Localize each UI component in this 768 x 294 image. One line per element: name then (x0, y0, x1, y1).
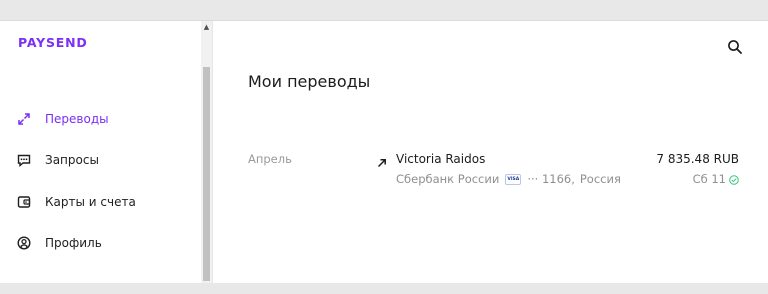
scroll-up-arrow-icon[interactable]: ▲ (201, 21, 212, 33)
sidebar-scrollbar[interactable]: ▲ (201, 21, 212, 283)
card-mask: ··· 1166, (527, 172, 575, 186)
sidebar-item-requests[interactable]: Запросы (16, 148, 196, 172)
search-icon[interactable] (727, 39, 743, 55)
chat-bubble-icon (16, 152, 32, 168)
bank-name: Сбербанк России (396, 172, 500, 186)
transaction-details: Сбербанк России VISA ··· 1166, Россия (396, 172, 621, 186)
profile-icon (16, 235, 32, 251)
sidebar-item-label: Карты и счета (45, 195, 136, 209)
date-label: Сб 11 (692, 172, 726, 186)
page-title: Мои переводы (248, 72, 371, 91)
wallet-icon (16, 194, 32, 210)
sidebar-item-label: Профиль (45, 236, 102, 250)
sidebar-item-label: Переводы (45, 112, 109, 126)
transfer-arrows-icon (16, 111, 32, 127)
arrow-up-right-icon (376, 154, 388, 168)
scrollbar-thumb[interactable] (203, 67, 210, 281)
sidebar: PAYSEND Переводы Запросы Карты и счета П… (0, 21, 213, 283)
check-circle-icon (729, 174, 739, 185)
main-content: Мои переводы Апрель Victoria Raidos Сбер… (213, 21, 768, 283)
paysend-logo[interactable]: PAYSEND (18, 35, 88, 50)
sidebar-item-profile[interactable]: Профиль (16, 231, 196, 255)
transaction-row[interactable]: Victoria Raidos Сбербанк России VISA ···… (213, 147, 768, 191)
recipient-name: Victoria Raidos (396, 152, 486, 166)
transaction-date: Сб 11 (693, 172, 739, 186)
transaction-amount: 7 835.48 RUB (656, 152, 739, 166)
visa-card-icon: VISA (505, 173, 522, 185)
country: Россия (579, 172, 621, 186)
sidebar-item-transfers[interactable]: Переводы (16, 107, 196, 131)
sidebar-item-cards[interactable]: Карты и счета (16, 190, 196, 214)
app-window: PAYSEND Переводы Запросы Карты и счета П… (0, 20, 768, 283)
sidebar-item-label: Запросы (45, 153, 99, 167)
